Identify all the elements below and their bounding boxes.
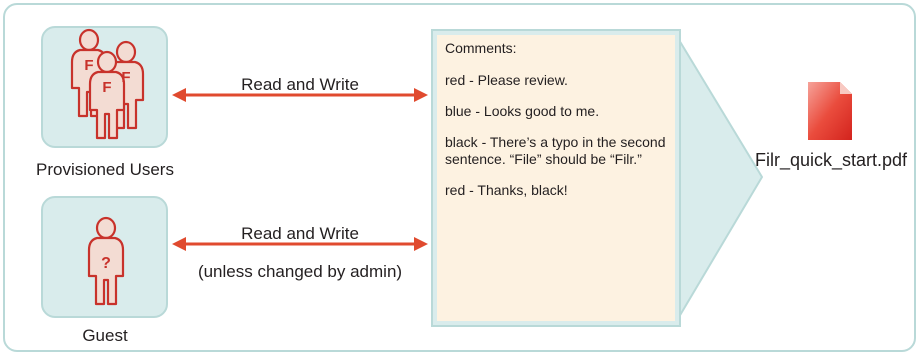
comment-entry: blue - Looks good to me. — [445, 103, 600, 119]
diagram: F F F Provisioned Users ? Guest Read and… — [0, 0, 922, 358]
file-name: Filr_quick_start.pdf — [754, 150, 908, 170]
comment-entry: red - Thanks, black! — [445, 182, 568, 198]
comment-entry: black - There’s a typo in the second sen… — [445, 134, 666, 167]
comments-panel: Comments: red - Please review. blue - Lo… — [437, 35, 674, 321]
comments-heading: Comments: — [445, 40, 517, 56]
comment-entry: red - Please review. — [445, 72, 568, 88]
pdf-file-icon — [808, 82, 852, 140]
